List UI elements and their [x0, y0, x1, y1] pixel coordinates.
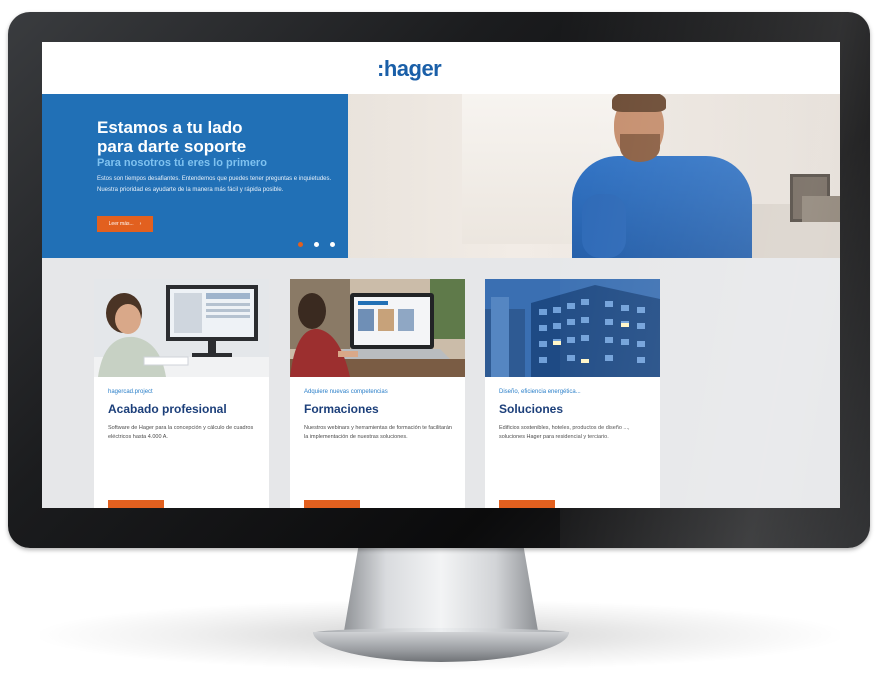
carousel-dot-3[interactable] [330, 242, 335, 247]
hero-banner: Estamos a tu lado para darte soporte Par… [42, 94, 840, 258]
card-button[interactable] [304, 500, 360, 508]
card-description: Edificios sostenibles, hoteles, producto… [499, 425, 630, 440]
hero-photo-person-beard [620, 134, 660, 162]
card-eyebrow[interactable]: Diseño, eficiencia energética... [499, 389, 581, 395]
card-description: Nuestros webinars y herramientas de form… [304, 425, 452, 440]
card-button[interactable] [499, 500, 555, 508]
hero-photo-person-hair [612, 94, 666, 112]
hager-logo[interactable]: :hager [377, 56, 442, 82]
read-more-button[interactable]: Leer más... › [97, 216, 153, 232]
monitor-stand-neck [343, 545, 539, 637]
card-eyebrow[interactable]: Adquiere nuevas competencias [304, 389, 388, 395]
card-hagercad[interactable]: hagercad.project Acabado profesional Sof… [94, 279, 269, 508]
hero-description: Estos son tiempos desafiantes. Entendemo… [97, 176, 332, 193]
card-eyebrow[interactable]: hagercad.project [108, 389, 153, 395]
card-soluciones[interactable]: Diseño, eficiencia energética... Solucio… [485, 279, 660, 508]
card-title[interactable]: Acabado profesional [108, 402, 227, 416]
hero-photo-frame-small [802, 196, 840, 222]
hero-title: Estamos a tu lado para darte soporte [97, 118, 247, 156]
carousel-dot-2[interactable] [314, 242, 319, 247]
card-image-office [94, 279, 269, 377]
chevron-right-icon: › [139, 221, 142, 227]
carousel-dot-1[interactable] [298, 242, 303, 247]
card-description: Software de Hager para la concepción y c… [108, 425, 254, 440]
card-formaciones[interactable]: Adquiere nuevas competencias Formaciones… [290, 279, 465, 508]
monitor-screen: :hager Estamos a tu lado para darte sopo… [42, 42, 840, 508]
hero-text-panel: Estamos a tu lado para darte soporte Par… [42, 94, 348, 258]
card-title[interactable]: Soluciones [499, 402, 563, 416]
card-image-buildings [485, 279, 660, 377]
read-more-label: Leer más... [108, 221, 134, 227]
hero-subtitle: Para nosotros tú eres lo primero [97, 157, 267, 169]
carousel-dots [298, 242, 335, 247]
hero-photo-person-arm [582, 194, 626, 258]
card-title[interactable]: Formaciones [304, 402, 379, 416]
feature-cards: hagercad.project Acabado profesional Sof… [42, 258, 840, 508]
card-button[interactable] [108, 500, 164, 508]
card-image-training [290, 279, 465, 377]
site-header: :hager [42, 42, 840, 95]
